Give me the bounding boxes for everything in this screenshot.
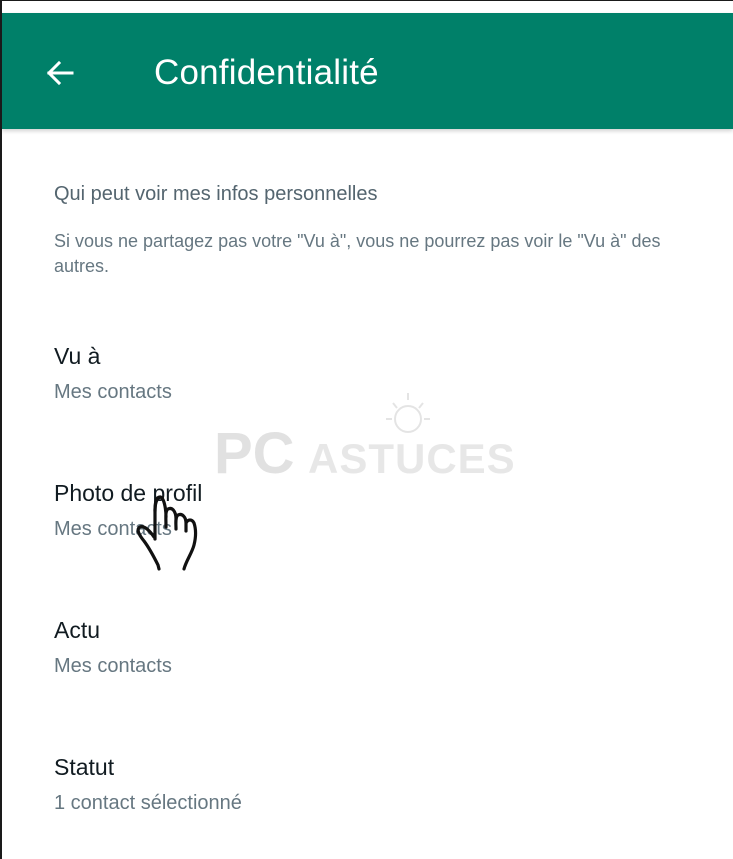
setting-title: Photo de profil [54, 480, 203, 506]
profile-photo-setting[interactable]: Photo de profil Mes contacts [2, 478, 733, 578]
status-setting[interactable]: Statut 1 contact sélectionné [2, 752, 733, 852]
setting-value: Mes contacts [54, 381, 172, 403]
about-setting[interactable]: Actu Mes contacts [2, 615, 733, 715]
last-seen-setting[interactable]: Vu à Mes contacts [2, 341, 733, 441]
setting-value: Mes contacts [54, 518, 172, 540]
setting-value: 1 contact sélectionné [54, 792, 242, 814]
app-bar: Confidentialité [2, 13, 733, 129]
svg-text:ASTUCES: ASTUCES [308, 435, 516, 482]
setting-value: Mes contacts [54, 655, 172, 677]
setting-title: Vu à [54, 343, 101, 369]
back-button[interactable] [38, 51, 82, 95]
section-header: Qui peut voir mes infos personnelles [54, 183, 378, 205]
status-strip [2, 1, 733, 13]
arrow-left-icon [46, 60, 74, 86]
screen: Confidentialité Qui peut voir mes infos … [0, 0, 733, 859]
page-title: Confidentialité [154, 53, 379, 92]
setting-title: Actu [54, 617, 101, 643]
section-note: Si vous ne partagez pas votre "Vu à", vo… [54, 231, 661, 276]
setting-title: Statut [54, 754, 115, 780]
